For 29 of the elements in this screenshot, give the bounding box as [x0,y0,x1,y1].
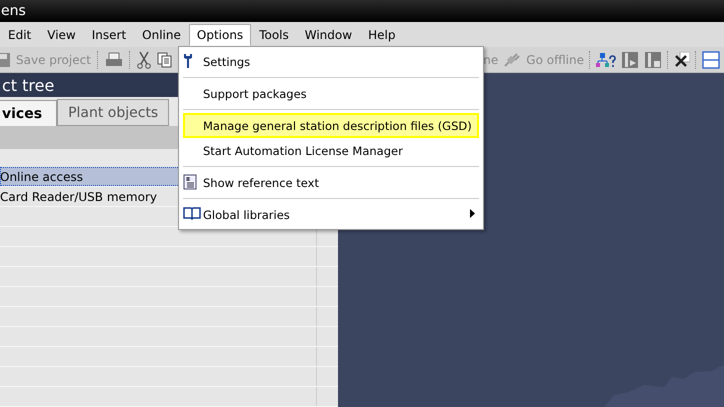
panel-split-icon[interactable] [644,50,662,68]
tab[interactable]: Plant objects [57,99,170,126]
menu-item[interactable]: Insert [84,24,134,46]
scissors-icon[interactable] [136,50,151,68]
menu-option[interactable]: Manage general station description files (GSD) [183,113,479,138]
printer-icon[interactable] [104,52,123,68]
tab[interactable]: vices [0,100,58,126]
window-title: ens [1,3,26,19]
book-icon [183,206,201,220]
menu-item[interactable]: Edit [0,24,40,46]
menu-item[interactable]: View [39,24,84,46]
panel-play-icon[interactable] [621,50,639,68]
menu-option[interactable]: Start Automation License Manager [183,138,479,163]
menu-item[interactable]: Options [188,24,252,46]
save-icon[interactable] [0,52,10,68]
close-icon[interactable] [674,52,690,68]
menu-option[interactable]: Global libraries [183,202,479,227]
menu-item[interactable]: Tools [251,24,297,46]
wrench-icon [183,53,193,69]
menu-item[interactable]: Help [360,24,404,46]
split-view-icon[interactable] [702,50,720,68]
menu-item[interactable]: Window [296,24,360,46]
document-icon [183,174,197,190]
network-help-icon[interactable] [596,52,616,68]
copy-icon[interactable] [156,52,173,68]
menu-item[interactable]: Online [134,24,189,46]
menu-option[interactable]: Settings [183,49,479,74]
menu-option[interactable]: Support packages [183,81,479,106]
panel-title: ct tree [2,76,54,95]
